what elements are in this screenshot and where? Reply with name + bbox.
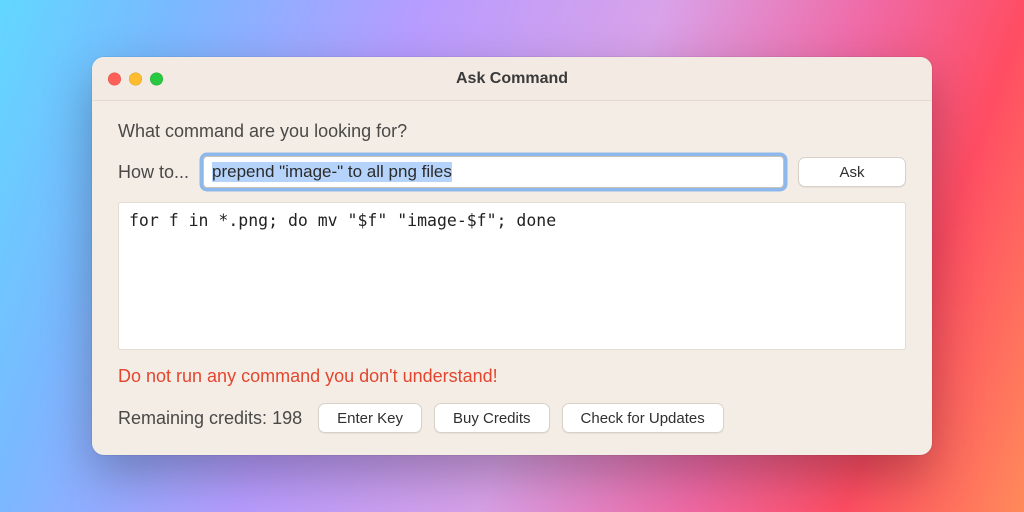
warning-text: Do not run any command you don't underst… xyxy=(118,366,906,387)
ask-button[interactable]: Ask xyxy=(798,157,906,187)
query-input-wrap xyxy=(203,156,784,188)
app-window: Ask Command What command are you looking… xyxy=(92,57,932,455)
traffic-lights xyxy=(108,72,163,85)
content-area: What command are you looking for? How to… xyxy=(92,101,932,455)
titlebar[interactable]: Ask Command xyxy=(92,57,932,101)
minimize-icon[interactable] xyxy=(129,72,142,85)
footer-row: Remaining credits: 198 Enter Key Buy Cre… xyxy=(118,403,906,433)
close-icon[interactable] xyxy=(108,72,121,85)
check-updates-button[interactable]: Check for Updates xyxy=(562,403,724,433)
prompt-label: What command are you looking for? xyxy=(118,121,906,142)
window-title: Ask Command xyxy=(456,70,568,88)
query-input[interactable] xyxy=(203,156,784,188)
buy-credits-button[interactable]: Buy Credits xyxy=(434,403,550,433)
enter-key-button[interactable]: Enter Key xyxy=(318,403,422,433)
query-row: How to... Ask xyxy=(118,156,906,188)
howto-label: How to... xyxy=(118,162,189,183)
zoom-icon[interactable] xyxy=(150,72,163,85)
output-area[interactable]: for f in *.png; do mv "$f" "image-$f"; d… xyxy=(118,202,906,350)
credits-label: Remaining credits: 198 xyxy=(118,408,302,429)
